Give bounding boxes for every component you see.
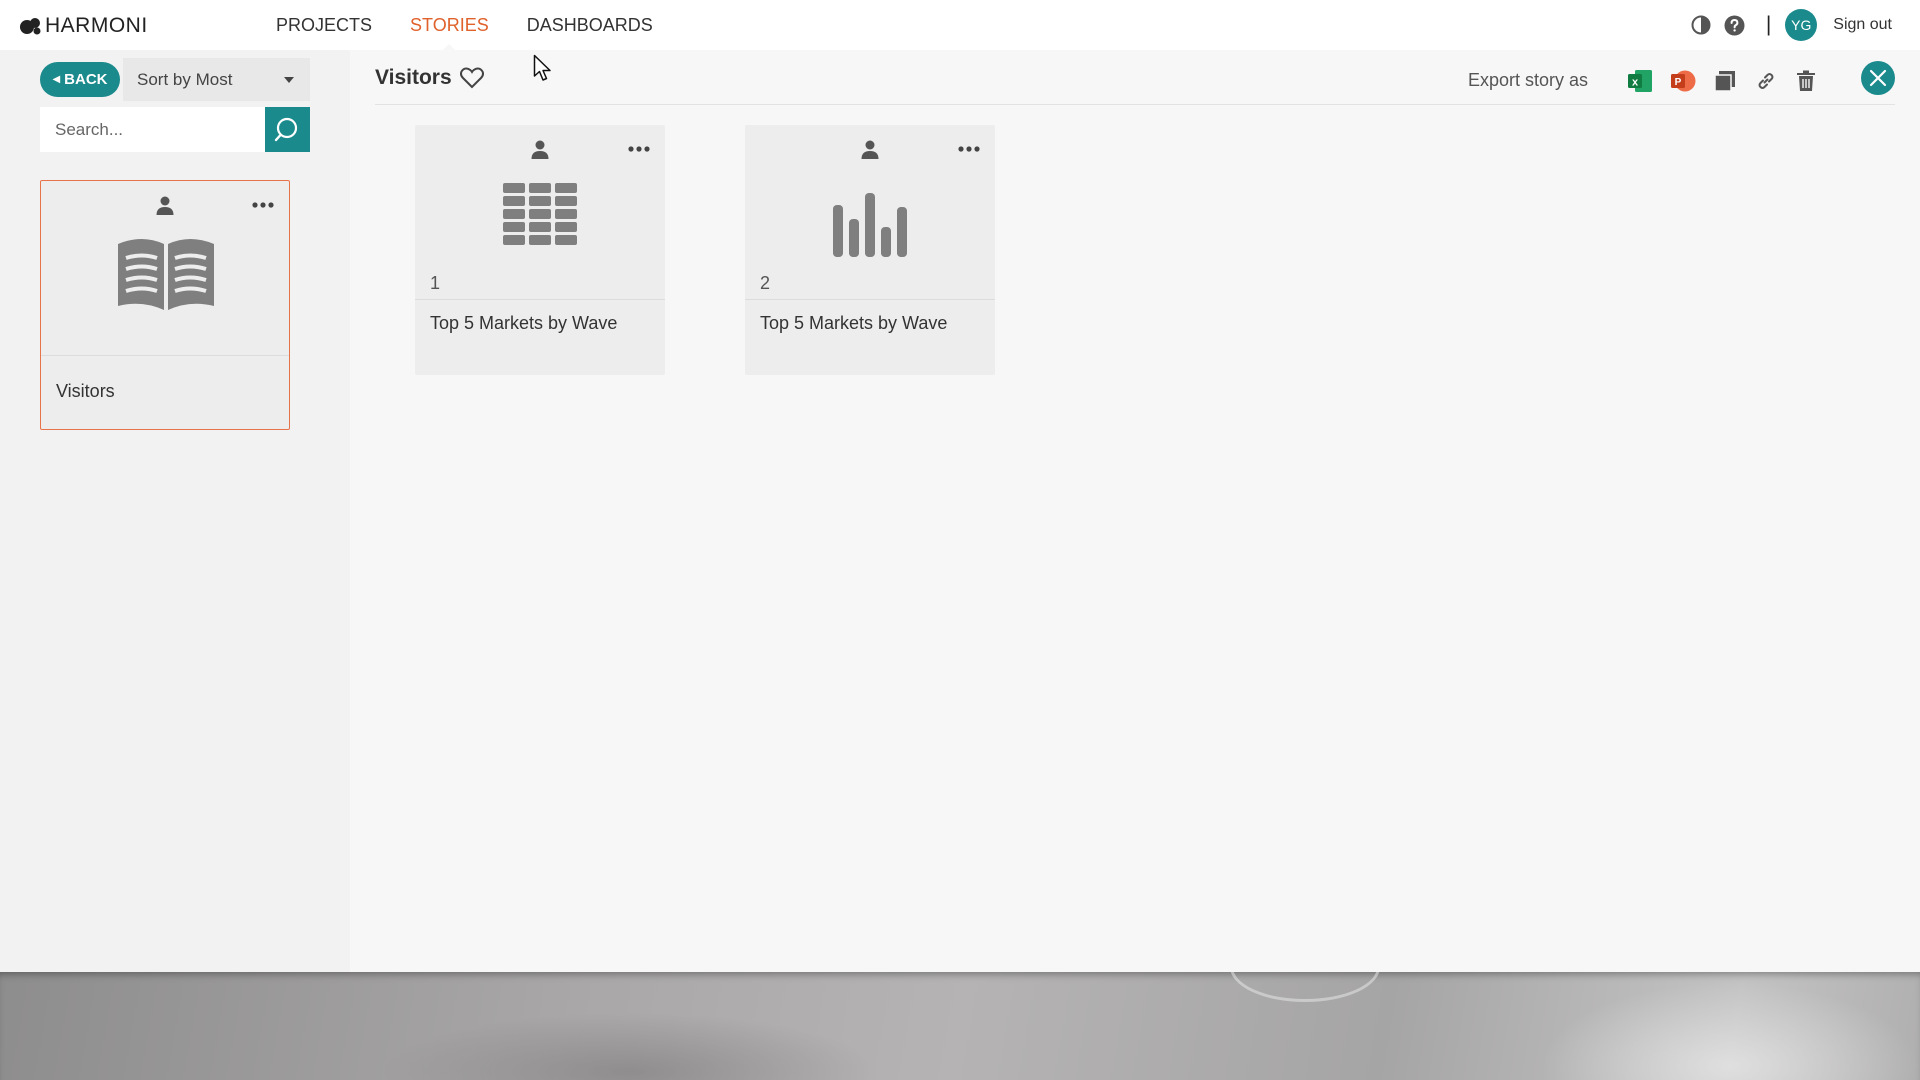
story-card-title: Visitors bbox=[56, 381, 115, 401]
sort-dropdown-value: Sort by Most bbox=[137, 69, 233, 89]
header-actions: | YG Sign out bbox=[1678, 0, 1892, 50]
tile-title: Top 5 Markets by Wave bbox=[430, 313, 618, 333]
more-options-icon[interactable] bbox=[957, 139, 981, 159]
user-icon bbox=[861, 140, 879, 159]
tile-title: Top 5 Markets by Wave bbox=[760, 313, 948, 333]
book-icon bbox=[118, 239, 214, 310]
bar-chart-icon bbox=[833, 193, 907, 257]
nav-projects[interactable]: PROJECTS bbox=[276, 0, 391, 50]
tile-number: 1 bbox=[430, 273, 441, 293]
mouse-cursor-icon bbox=[533, 54, 551, 81]
stories-sidebar: ◀ BACK Sort by Most Visitors bbox=[0, 50, 350, 972]
more-options-icon[interactable] bbox=[251, 195, 275, 215]
search-button[interactable] bbox=[265, 107, 310, 152]
back-button-label: BACK bbox=[64, 71, 108, 88]
story-tile-2[interactable]: 2 Top 5 Markets by Wave bbox=[745, 125, 995, 375]
excel-icon[interactable]: x bbox=[1627, 68, 1653, 94]
story-title: Visitors bbox=[375, 66, 452, 89]
help-icon[interactable] bbox=[1724, 14, 1746, 36]
sign-out-link[interactable]: Sign out bbox=[1833, 16, 1892, 34]
search-icon bbox=[274, 117, 297, 141]
story-tile-1[interactable]: 1 Top 5 Markets by Wave bbox=[415, 125, 665, 375]
svg-text:P: P bbox=[1675, 77, 1682, 88]
link-icon[interactable] bbox=[1753, 68, 1779, 94]
table-grid-icon bbox=[503, 183, 577, 245]
user-avatar[interactable]: YG bbox=[1785, 9, 1818, 41]
background-image bbox=[0, 972, 1920, 1080]
tile-number: 2 bbox=[760, 273, 771, 293]
caret-left-icon: ◀ bbox=[52, 74, 61, 85]
close-button[interactable] bbox=[1861, 61, 1895, 95]
chevron-down-icon bbox=[284, 77, 294, 83]
sort-dropdown[interactable]: Sort by Most bbox=[123, 58, 310, 101]
card-divider bbox=[745, 299, 995, 300]
export-story-label: Export story as bbox=[1468, 70, 1589, 90]
header-separator: | bbox=[1765, 13, 1772, 36]
story-content: Visitors Export story as x P 1 Top 5 Mar… bbox=[350, 50, 1920, 972]
user-icon bbox=[156, 196, 174, 215]
trash-icon[interactable] bbox=[1793, 68, 1819, 94]
story-card-visitors[interactable]: Visitors bbox=[40, 180, 290, 430]
contrast-icon[interactable] bbox=[1690, 14, 1712, 36]
nav-stories[interactable]: STORIES bbox=[391, 0, 508, 51]
svg-text:x: x bbox=[1632, 77, 1639, 89]
card-divider bbox=[41, 355, 289, 356]
card-divider bbox=[415, 299, 665, 300]
nav-dashboards[interactable]: DASHBOARDS bbox=[508, 0, 672, 50]
logo-mark-icon bbox=[20, 17, 41, 34]
search-input[interactable] bbox=[40, 107, 266, 152]
powerpoint-icon[interactable]: P bbox=[1670, 68, 1696, 94]
back-button[interactable]: ◀ BACK bbox=[40, 62, 120, 97]
main-nav: PROJECTS STORIES DASHBOARDS bbox=[276, 0, 672, 51]
harmoni-logo[interactable]: HARMONI bbox=[19, 13, 148, 38]
logo-text: HARMONI bbox=[45, 13, 148, 37]
more-options-icon[interactable] bbox=[627, 139, 651, 159]
copy-icon[interactable] bbox=[1712, 68, 1738, 94]
top-navbar: HARMONI PROJECTS STORIES DASHBOARDS | YG… bbox=[0, 0, 1920, 51]
header-divider bbox=[375, 104, 1895, 105]
close-icon bbox=[1869, 69, 1887, 87]
heart-icon[interactable] bbox=[460, 67, 484, 89]
user-icon bbox=[531, 140, 549, 159]
